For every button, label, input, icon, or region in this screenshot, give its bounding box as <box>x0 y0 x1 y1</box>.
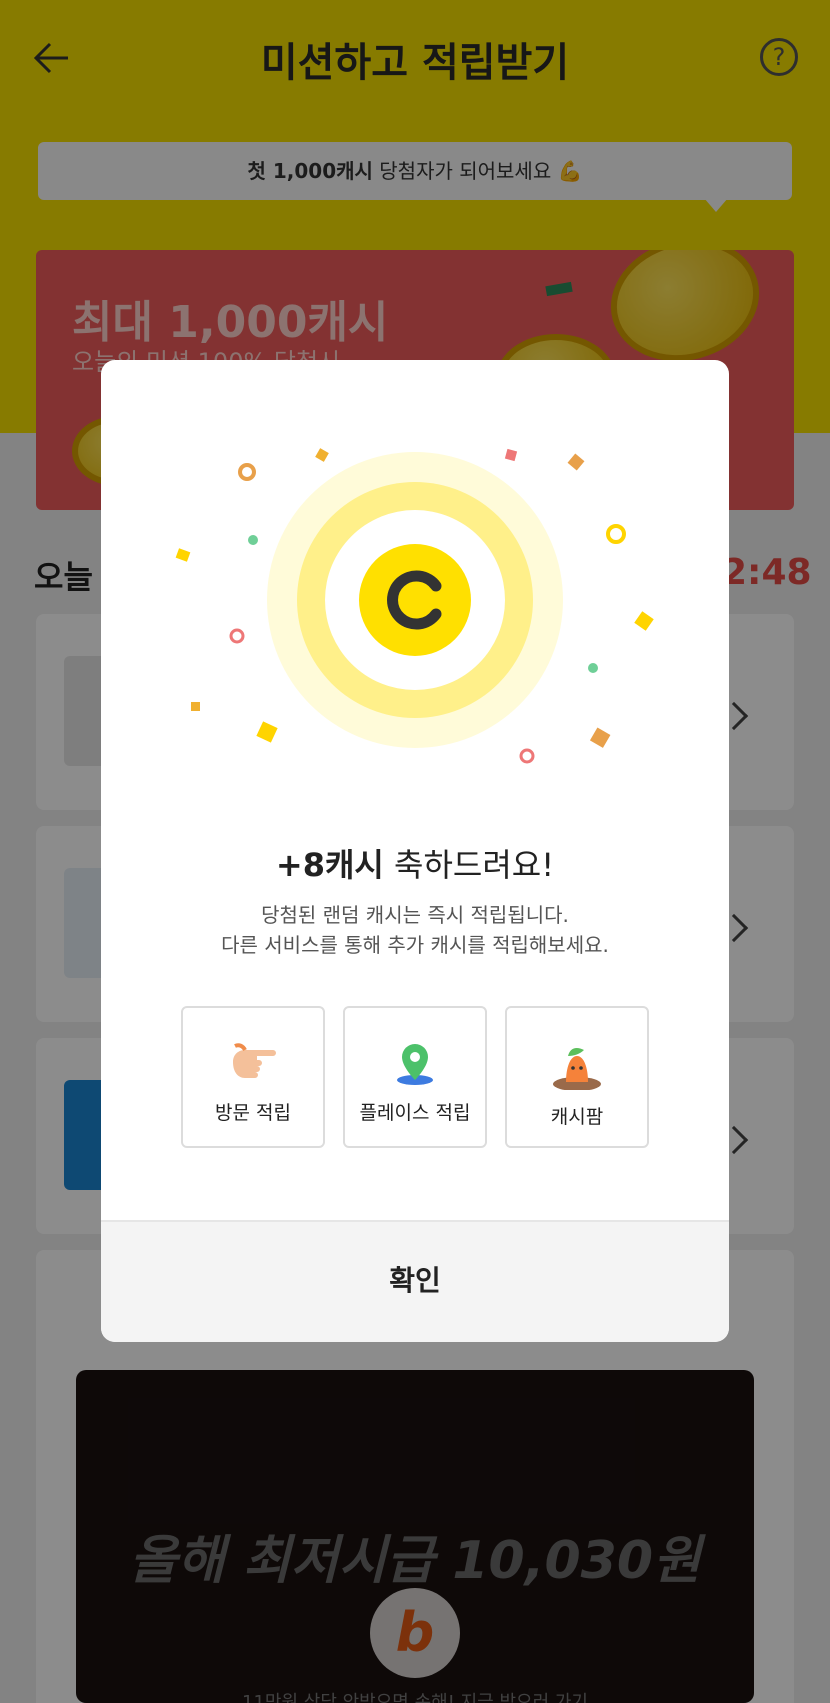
reward-congrats: 축하드려요! <box>383 846 555 884</box>
visit-reward-label: 방문 적립 <box>215 1102 291 1124</box>
pointing-hand-icon <box>233 1043 276 1078</box>
reward-modal: +8캐시 축하드려요! 당첨된 랜덤 캐시는 즉시 적립됩니다. 다른 서비스를… <box>101 360 729 1342</box>
map-pin-icon <box>397 1044 433 1085</box>
visit-reward-button[interactable]: 방문 적립 <box>181 1006 325 1148</box>
reward-heading: +8캐시 축하드려요! <box>101 840 729 886</box>
coin-burst-icon <box>175 448 654 764</box>
confirm-button[interactable]: 확인 <box>101 1220 729 1342</box>
reward-amount: +8캐시 <box>275 846 384 884</box>
cashfarm-button[interactable]: 캐시팜 <box>505 1006 649 1148</box>
carrot-icon <box>553 1048 601 1090</box>
reward-description-line: 다른 서비스를 통해 추가 캐시를 적립해보세요. <box>221 933 609 957</box>
reward-description: 당첨된 랜덤 캐시는 즉시 적립됩니다. 다른 서비스를 통해 추가 캐시를 적… <box>101 900 729 960</box>
cashfarm-label: 캐시팜 <box>550 1106 604 1128</box>
place-reward-button[interactable]: 플레이스 적립 <box>343 1006 487 1148</box>
reward-description-line: 당첨된 랜덤 캐시는 즉시 적립됩니다. <box>261 903 569 927</box>
place-reward-label: 플레이스 적립 <box>359 1102 471 1124</box>
